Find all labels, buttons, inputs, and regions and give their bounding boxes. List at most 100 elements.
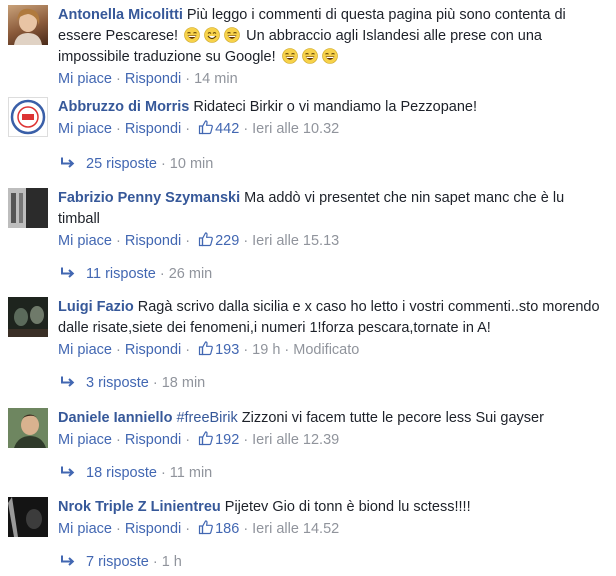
comment-text: Pijetev Gio di tonn è biond lu sctess!!!… [224, 499, 471, 515]
reply-button[interactable]: Rispondi [125, 432, 181, 448]
view-replies-link[interactable]: 7 risposte · 1 h [60, 552, 182, 572]
replies-time: 26 min [168, 266, 213, 282]
reply-arrow-icon [60, 156, 76, 170]
comment: Abbruzzo di Morris Ridateci Birkir o vi … [0, 97, 616, 139]
reply-arrow-icon [60, 465, 76, 479]
thumbs-up-icon[interactable] [198, 430, 214, 446]
comment-author[interactable]: Fabrizio Penny Szymanski [58, 190, 240, 206]
separator: · [160, 465, 166, 481]
reply-button[interactable]: Rispondi [125, 121, 181, 137]
user-photo-icon [8, 408, 48, 448]
reply-button[interactable]: Rispondi [125, 71, 181, 87]
laughing-emoji-icon [302, 48, 318, 64]
like-count[interactable]: 229 [215, 233, 239, 249]
comment: Luigi Fazio Ragà scrivo dalla sicilia e … [0, 297, 616, 360]
comment-author[interactable]: Daniele Ianniello [58, 410, 172, 426]
separator: · [116, 233, 121, 249]
laughing-emoji-icon [184, 27, 200, 43]
replies-time: 1 h [161, 554, 182, 570]
comment: Daniele Ianniello #freeBirik Zizzoni vi … [0, 408, 616, 450]
view-replies-link[interactable]: 11 risposte · 26 min [60, 264, 212, 284]
reply-button[interactable]: Rispondi [125, 521, 181, 537]
avatar[interactable] [8, 5, 48, 45]
separator: · [116, 521, 121, 537]
separator: · [185, 521, 191, 537]
separator: · [185, 342, 191, 358]
reply-button[interactable]: Rispondi [125, 342, 181, 358]
like-button[interactable]: Mi piace [58, 121, 112, 137]
edited-label[interactable]: Modificato [293, 342, 359, 358]
comment-actions: Mi piace · Rispondi · 193 · 19 h · Modificato [58, 340, 610, 360]
thumbs-up-icon[interactable] [198, 119, 214, 135]
hashtag-link[interactable]: #freeBirik [176, 410, 237, 426]
badge-logo-icon [10, 99, 46, 135]
like-button[interactable]: Mi piace [58, 71, 112, 87]
like-button[interactable]: Mi piace [58, 342, 112, 358]
like-count[interactable]: 192 [215, 432, 239, 448]
comment-text: Zizzoni vi facem tutte le pecore less Su… [241, 410, 544, 426]
separator: · [116, 71, 121, 87]
separator: · [116, 121, 121, 137]
comment-body: Luigi Fazio Ragà scrivo dalla sicilia e … [58, 297, 610, 339]
avatar[interactable] [8, 497, 48, 537]
comment-time[interactable]: 14 min [194, 71, 238, 87]
view-replies-link[interactable]: 18 risposte · 11 min [60, 463, 212, 483]
view-replies-link[interactable]: 3 risposte · 18 min [60, 373, 205, 393]
comment-time[interactable]: Ieri alle 14.52 [252, 521, 339, 537]
user-photo-icon [8, 497, 48, 537]
separator: · [243, 121, 249, 137]
separator: · [160, 156, 166, 172]
replies-time: 10 min [169, 156, 214, 172]
comment-body: Nrok Triple Z Linientreu Pijetev Gio di … [58, 497, 610, 518]
avatar[interactable] [8, 188, 48, 228]
replies-count[interactable]: 25 risposte [86, 156, 157, 172]
thumbs-up-icon[interactable] [198, 231, 214, 247]
thumbs-up-icon[interactable] [198, 340, 214, 356]
replies-count[interactable]: 3 risposte [86, 375, 149, 391]
separator: · [243, 521, 249, 537]
replies-count[interactable]: 7 risposte [86, 554, 149, 570]
comment-actions: Mi piace · Rispondi · 186 · Ieri alle 14.52 [58, 519, 610, 539]
comment-time[interactable]: Ieri alle 15.13 [252, 233, 339, 249]
user-photo-icon [8, 188, 48, 228]
comment-text: Ragà scrivo dalla sicilia e x caso ho le… [58, 299, 600, 336]
comment-author[interactable]: Antonella Micolitti [58, 7, 183, 23]
reply-button[interactable]: Rispondi [125, 233, 181, 249]
comment: Antonella Micolitti Più leggo i commenti… [0, 5, 616, 89]
comment-actions: Mi piace · Rispondi · 14 min [58, 69, 610, 89]
thumbs-up-icon[interactable] [198, 519, 214, 535]
like-count[interactable]: 193 [215, 342, 239, 358]
separator: · [284, 342, 290, 358]
comment-time[interactable]: 19 h [252, 342, 280, 358]
comment-author[interactable]: Abbruzzo di Morris [58, 99, 189, 115]
avatar[interactable] [8, 297, 48, 337]
comment-actions: Mi piace · Rispondi · 192 · Ieri alle 12.39 [58, 430, 610, 450]
like-button[interactable]: Mi piace [58, 432, 112, 448]
comment-time[interactable]: Ieri alle 10.32 [252, 121, 339, 137]
like-button[interactable]: Mi piace [58, 521, 112, 537]
like-count[interactable]: 442 [215, 121, 239, 137]
replies-count[interactable]: 11 risposte [86, 266, 156, 282]
comment-author[interactable]: Nrok Triple Z Linientreu [58, 499, 221, 515]
replies-count[interactable]: 18 risposte [86, 465, 157, 481]
view-replies-link[interactable]: 25 risposte · 10 min [60, 154, 213, 174]
avatar[interactable] [8, 408, 48, 448]
separator: · [243, 233, 249, 249]
reply-arrow-icon [60, 554, 76, 568]
comment-time[interactable]: Ieri alle 12.39 [252, 432, 339, 448]
laughing-emoji-icon [282, 48, 298, 64]
like-count[interactable]: 186 [215, 521, 239, 537]
reply-arrow-icon [60, 375, 76, 389]
laughing-emoji-icon [224, 27, 240, 43]
separator: · [152, 375, 158, 391]
comment-actions: Mi piace · Rispondi · 229 · Ieri alle 15.13 [58, 231, 610, 251]
replies-time: 11 min [169, 465, 213, 481]
separator: · [185, 233, 191, 249]
like-button[interactable]: Mi piace [58, 233, 112, 249]
comment-author[interactable]: Luigi Fazio [58, 299, 134, 315]
separator: · [185, 121, 191, 137]
grinning-emoji-icon [204, 27, 220, 43]
avatar[interactable] [8, 97, 48, 137]
separator: · [152, 554, 158, 570]
user-photo-icon [8, 297, 48, 337]
